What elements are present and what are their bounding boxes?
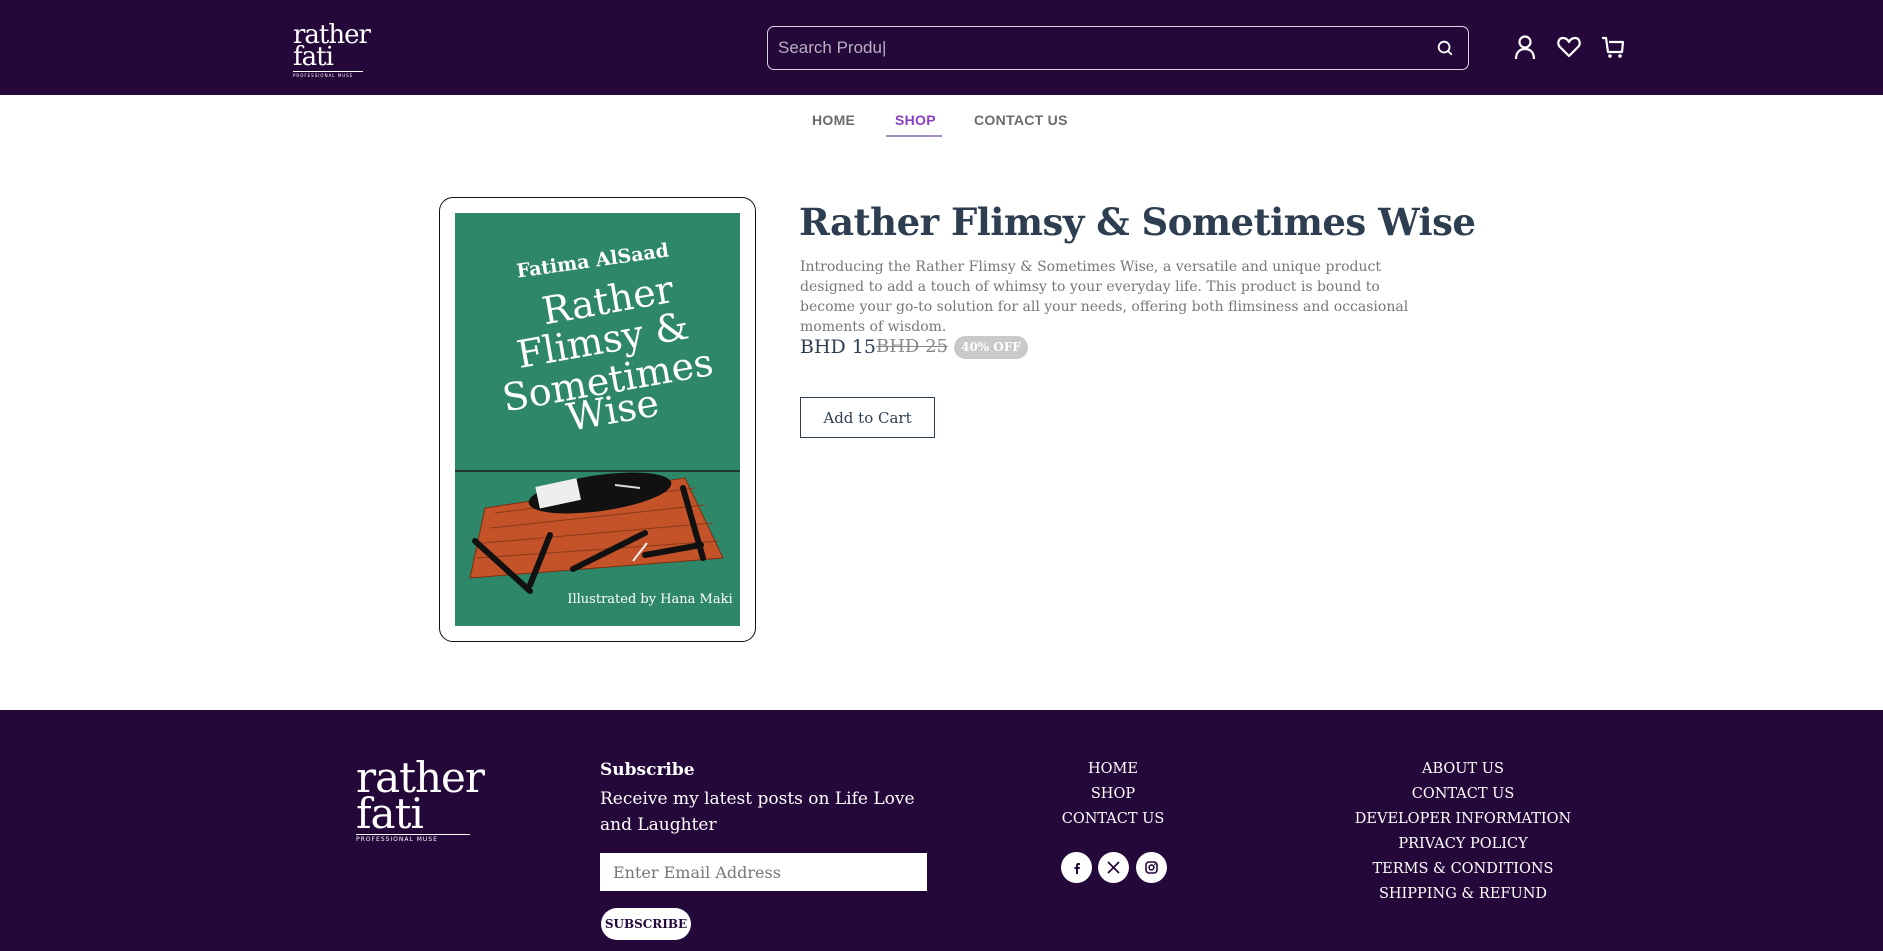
facebook-icon[interactable] (1061, 852, 1092, 883)
logo-tagline: PROFESSIONAL MUSE (293, 71, 363, 78)
header-logo[interactable]: rather fati PROFESSIONAL MUSE (293, 22, 371, 78)
footer-links-secondary: ABOUT US CONTACT US DEVELOPER INFORMATIO… (1313, 757, 1613, 907)
search-icon[interactable] (1436, 39, 1454, 57)
footer-links-primary: HOME SHOP CONTACT US (1013, 757, 1213, 832)
product-image-frame: Fatima AlSaad Rather Flimsy & Sometimes … (439, 197, 756, 642)
product-title: Rather Flimsy & Sometimes Wise (799, 200, 1476, 244)
search-bar (767, 26, 1469, 70)
instagram-icon[interactable] (1136, 852, 1167, 883)
footer-link-home[interactable]: HOME (1013, 757, 1213, 782)
site-header: rather fati PROFESSIONAL MUSE (0, 0, 1883, 95)
product-price: BHD 15 (800, 336, 876, 358)
add-to-cart-button[interactable]: Add to Cart (800, 397, 935, 438)
nav-active-underline (886, 135, 942, 137)
user-icon[interactable] (1512, 34, 1538, 60)
footer-logo-tagline: PROFESSIONAL MUSE (356, 834, 470, 843)
x-icon[interactable] (1098, 852, 1129, 883)
footer-link-privacy-policy[interactable]: PRIVACY POLICY (1313, 832, 1613, 857)
subscribe-title: Subscribe (600, 760, 695, 780)
discount-badge: 40% OFF (954, 336, 1028, 359)
product-old-price: BHD 25 (876, 336, 948, 357)
site-footer: rather fati PROFESSIONAL MUSE Subscribe … (0, 710, 1883, 951)
nav-shop[interactable]: SHOP (895, 112, 936, 128)
footer-logo[interactable]: rather fati PROFESSIONAL MUSE (356, 757, 485, 843)
cart-icon[interactable] (1600, 34, 1626, 60)
nav-contact-us[interactable]: CONTACT US (974, 112, 1068, 128)
footer-link-terms[interactable]: TERMS & CONDITIONS (1313, 857, 1613, 882)
email-field[interactable] (600, 853, 927, 891)
footer-link-contact-us-2[interactable]: CONTACT US (1313, 782, 1613, 807)
cover-illustrator: Illustrated by Hana Maki (567, 592, 732, 607)
main-nav: HOME SHOP CONTACT US (0, 112, 1883, 142)
footer-link-shop[interactable]: SHOP (1013, 782, 1213, 807)
subscribe-text: Receive my latest posts on Life Love and… (600, 789, 915, 835)
search-input[interactable] (778, 36, 1418, 60)
heart-icon[interactable] (1556, 34, 1582, 60)
book-cover-image[interactable]: Fatima AlSaad Rather Flimsy & Sometimes … (455, 213, 740, 626)
subscribe-button[interactable]: SUBSCRIBE (601, 908, 691, 940)
book-cover-art: Fatima AlSaad Rather Flimsy & Sometimes … (455, 239, 740, 607)
footer-link-shipping-refund[interactable]: SHIPPING & REFUND (1313, 882, 1613, 907)
product-description: Introducing the Rather Flimsy & Sometime… (800, 259, 1409, 335)
footer-link-contact-us[interactable]: CONTACT US (1013, 807, 1213, 832)
footer-link-about-us[interactable]: ABOUT US (1313, 757, 1613, 782)
footer-link-developer-info[interactable]: DEVELOPER INFORMATION (1313, 807, 1613, 832)
nav-home[interactable]: HOME (812, 112, 855, 128)
